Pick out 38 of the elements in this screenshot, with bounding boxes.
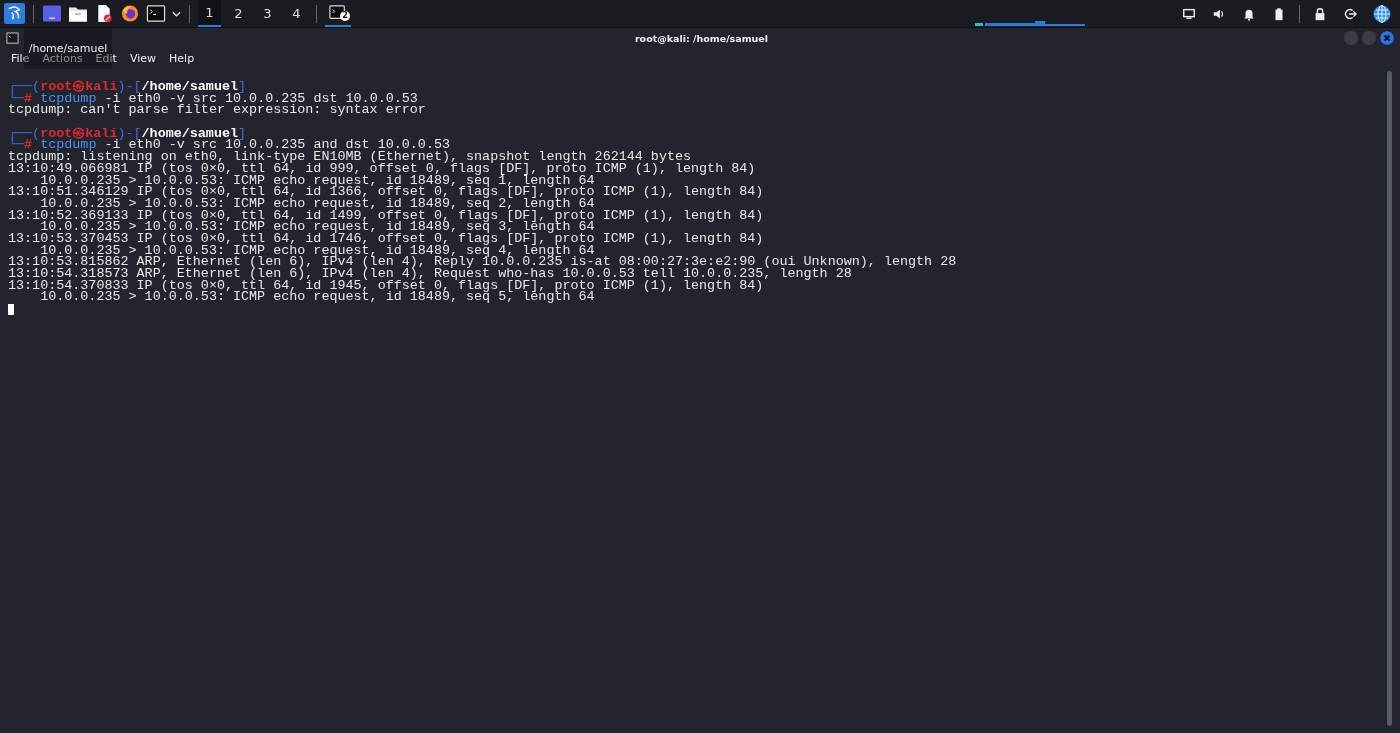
output-line: tcpdump: listening on eth0, link-type EN10MB (Ethernet), snapshot length 262144 bytes: [8, 151, 692, 163]
terminal-task-button[interactable]: 2: [325, 0, 351, 27]
scrollbar[interactable]: [1387, 71, 1392, 726]
desktop-icon[interactable]: [42, 4, 62, 23]
globe-icon[interactable]: [1373, 4, 1391, 23]
menu-item[interactable]: View: [129, 51, 170, 65]
output-line: 13:10:52.369133 IP (tos 0×0, ttl 64, id 1499, offset 0, flags [DF], proto ICMP (1), length 84): [8, 209, 765, 222]
terminal-icon[interactable]: [146, 4, 166, 23]
window-count-badge: 2: [340, 11, 350, 21]
output-line: 10.0.0.235 > 10.0.0.53: ICMP echo request, id 18489, seq 3, length 64: [40, 221, 596, 233]
output-line: 13:10:54.318573 ARP, Ethernet (len 6), IPv4 (len 4), Request who-has 10.0.0.53 tell 10.0.0.235, length 28: [8, 268, 852, 280]
workspace-button[interactable]: 2: [227, 0, 250, 27]
logout-icon[interactable]: [1343, 6, 1357, 21]
output-line: 10.0.0.235 > 10.0.0.53: ICMP echo request, id 18489, seq 2, length 64: [40, 197, 596, 210]
text-cursor: [8, 304, 14, 316]
output-line: 10.0.0.235 > 10.0.0.53: ICMP echo request, id 18489, seq 1, length 64: [40, 174, 596, 187]
dragon-menu-icon[interactable]: [4, 3, 25, 24]
output-line: 13:10:51.346129 IP (tos 0×0, ttl 64, id 1366, offset 0, flags [DF], proto ICMP (1), length 84): [8, 186, 765, 198]
close-button[interactable]: [1380, 31, 1394, 45]
workspace-button[interactable]: 4: [285, 0, 308, 27]
window-title: root@kali: /home/samuel: [633, 32, 769, 44]
output-line: tcpdump: can't parse filter expression: syntax error: [8, 104, 427, 117]
display-icon[interactable]: [1182, 6, 1196, 21]
caret-icon[interactable]: [172, 10, 181, 17]
workspace-button[interactable]: 3: [256, 0, 279, 27]
browser-icon[interactable]: [120, 4, 140, 23]
menu-item[interactable]: Help: [169, 51, 208, 65]
output-line: 13:10:53.370453 IP (tos 0×0, ttl 64, id 1746, offset 0, flags [DF], proto ICMP (1), length 84): [8, 232, 765, 245]
terminal-icon: [329, 3, 347, 22]
output-line: 13:10:53.815862 ARP, Ethernet (len 6), IPv4 (len 4), Reply 10.0.0.235 is-at 08:00:27:3e:e2:90 (oui Unknown), length 28: [8, 256, 958, 268]
output-line: 13:10:49.066981 IP (tos 0×0, ttl 64, id 999, offset 0, flags [DF], proto ICMP (1), length 84): [8, 162, 757, 175]
terminal-icon: [6, 31, 19, 45]
workspace-button[interactable]: 1: [198, 0, 221, 27]
command-line: └─# tcpdump -i eth0 -v src 10.0.0.235 dst 10.0.0.53: [8, 92, 419, 105]
output-line: 10.0.0.235 > 10.0.0.53: ICMP echo request, id 18489, seq 4, length 64: [40, 244, 595, 257]
output-line: 10.0.0.235 > 10.0.0.53: ICMP echo request, id 18489, seq 5, length 64: [39, 291, 596, 304]
output-line: 13:10:54.370833 IP (tos 0×0, ttl 64, id 1945, offset 0, flags [DF], proto ICMP (1), length 84): [8, 279, 764, 292]
lock-icon[interactable]: [1313, 6, 1327, 21]
